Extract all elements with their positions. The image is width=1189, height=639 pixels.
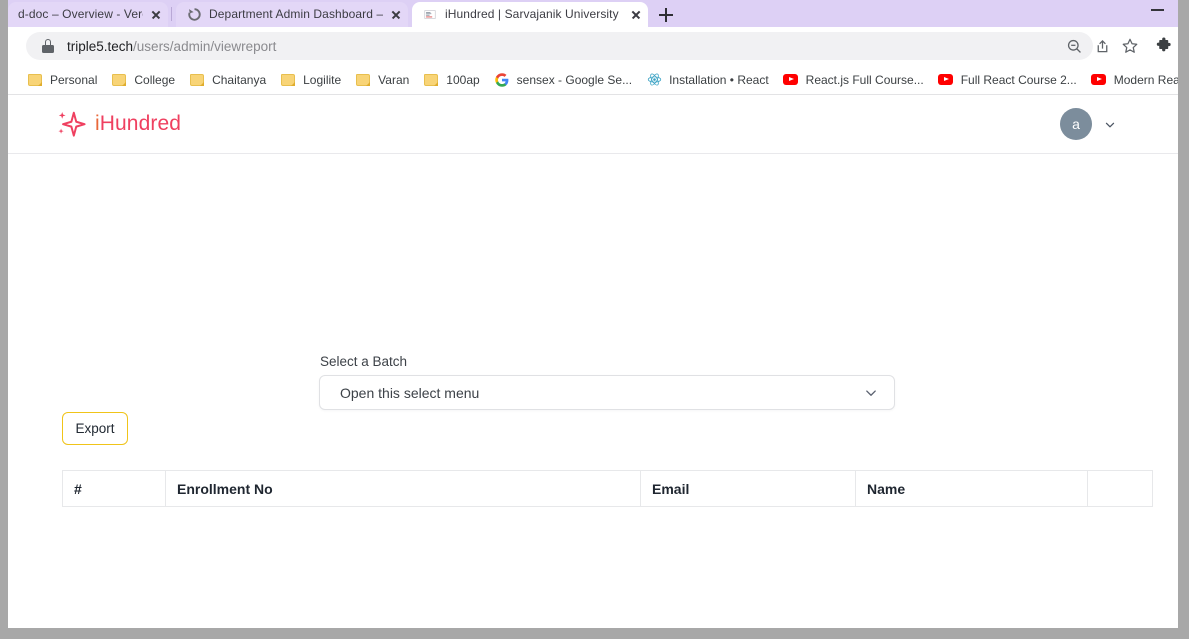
folder-icon	[280, 72, 296, 88]
react-icon	[646, 72, 662, 88]
bookmark-star-icon[interactable]	[1116, 32, 1144, 60]
youtube-icon	[938, 72, 954, 88]
folder-icon	[355, 72, 371, 88]
bookmark-label: React.js Full Course...	[805, 72, 924, 87]
browser-tab-3[interactable]: iHundred | Sarvajanik University	[412, 2, 648, 27]
bookmark-label: Installation • React	[669, 72, 769, 87]
user-menu[interactable]: a	[1060, 108, 1116, 140]
youtube-icon	[783, 72, 799, 88]
zoom-out-icon[interactable]	[1060, 32, 1088, 60]
brand-name-rest: Hundred	[99, 112, 182, 135]
batch-select[interactable]: Open this select menu	[319, 375, 895, 410]
chevron-down-icon[interactable]	[864, 386, 878, 400]
brand-name: iHundred	[95, 112, 181, 136]
bookmark-label: sensex - Google Se...	[516, 72, 633, 87]
bookmark-reactjs-full-course[interactable]: React.js Full Course...	[776, 68, 931, 92]
tab-separator	[171, 7, 172, 21]
close-icon[interactable]	[148, 7, 164, 23]
refresh-icon	[186, 7, 202, 23]
bookmarks-bar: Personal College Chaitanya Logilite Vara…	[8, 65, 1178, 95]
page-viewport: iHundred a Select a Batch Open this sele…	[8, 95, 1178, 628]
column-header-actions	[1087, 470, 1153, 507]
bookmark-varan[interactable]: Varan	[348, 68, 416, 92]
close-icon[interactable]	[388, 7, 404, 23]
batch-select-label: Select a Batch	[320, 354, 408, 369]
browser-tab-2[interactable]: Department Admin Dashboard –	[176, 2, 408, 27]
batch-select-value: Open this select menu	[340, 384, 480, 401]
column-header-name: Name	[855, 470, 1088, 507]
bookmark-modern-react[interactable]: Modern Reac	[1084, 68, 1178, 92]
browser-tab-2-title: Department Admin Dashboard –	[209, 7, 383, 21]
bookmark-label: Varan	[378, 72, 410, 87]
bookmark-label: Modern Reac	[1113, 72, 1178, 87]
column-header-email: Email	[640, 470, 856, 507]
bookmark-college[interactable]: College	[104, 68, 182, 92]
url-path: /users/admin/viewreport	[133, 38, 277, 54]
column-header-index: #	[62, 470, 166, 507]
minimize-icon[interactable]	[1151, 9, 1164, 11]
bookmark-label: Logilite	[303, 72, 342, 87]
browser-toolbar: triple5.tech/users/admin/viewreport	[8, 27, 1178, 65]
youtube-icon	[1091, 72, 1107, 88]
bookmark-100ap[interactable]: 100ap	[416, 68, 486, 92]
toolbar-icon-group	[1060, 32, 1178, 60]
url-host: triple5.tech	[67, 38, 134, 54]
bookmark-label: Personal	[50, 72, 98, 87]
bookmark-label: 100ap	[446, 72, 480, 87]
report-table: # Enrollment No Email Name	[62, 470, 1153, 507]
folder-icon	[189, 72, 205, 88]
bookmark-personal[interactable]: Personal	[20, 68, 104, 92]
university-icon	[422, 7, 438, 23]
folder-icon	[27, 72, 43, 88]
bookmark-react-installation[interactable]: Installation • React	[639, 68, 776, 92]
bookmark-logilite[interactable]: Logilite	[273, 68, 348, 92]
browser-tab-1-title: d-doc – Overview - Verc	[18, 7, 143, 21]
bookmark-label: Full React Course 2...	[960, 72, 1077, 87]
address-bar[interactable]: triple5.tech/users/admin/viewreport	[26, 32, 1093, 60]
chevron-down-icon[interactable]	[1104, 118, 1116, 130]
browser-window: d-doc – Overview - Verc Department Admin…	[8, 0, 1178, 628]
browser-tab-1[interactable]: d-doc – Overview - Verc	[8, 2, 168, 27]
folder-icon	[423, 72, 439, 88]
url-text: triple5.tech/users/admin/viewreport	[67, 39, 276, 54]
bookmark-chaitanya[interactable]: Chaitanya	[182, 68, 273, 92]
sparkle-star-icon	[56, 109, 86, 139]
avatar[interactable]: a	[1060, 108, 1092, 140]
bookmark-label: College	[134, 72, 176, 87]
new-tab-button[interactable]	[653, 4, 679, 26]
browser-tab-strip: d-doc – Overview - Verc Department Admin…	[8, 0, 1178, 27]
google-icon	[494, 72, 510, 88]
close-icon[interactable]	[628, 7, 644, 23]
export-button[interactable]: Export	[62, 412, 128, 445]
lock-icon	[42, 39, 54, 53]
bookmark-label: Chaitanya	[212, 72, 267, 87]
column-header-enrollment: Enrollment No	[165, 470, 641, 507]
bookmark-sensex[interactable]: sensex - Google Se...	[487, 68, 639, 92]
table-header-row: # Enrollment No Email Name	[62, 470, 1153, 507]
desktop-background: d-doc – Overview - Verc Department Admin…	[0, 0, 1189, 639]
share-icon[interactable]	[1088, 32, 1116, 60]
folder-icon	[111, 72, 127, 88]
report-table-header: # Enrollment No Email Name	[62, 470, 1153, 507]
extensions-puzzle-icon[interactable]	[1150, 32, 1178, 60]
brand-logo[interactable]: iHundred	[56, 109, 181, 139]
app-header: iHundred a	[8, 95, 1178, 154]
bookmark-full-react-course[interactable]: Full React Course 2...	[931, 68, 1084, 92]
browser-tab-3-title: iHundred | Sarvajanik University	[445, 7, 619, 21]
